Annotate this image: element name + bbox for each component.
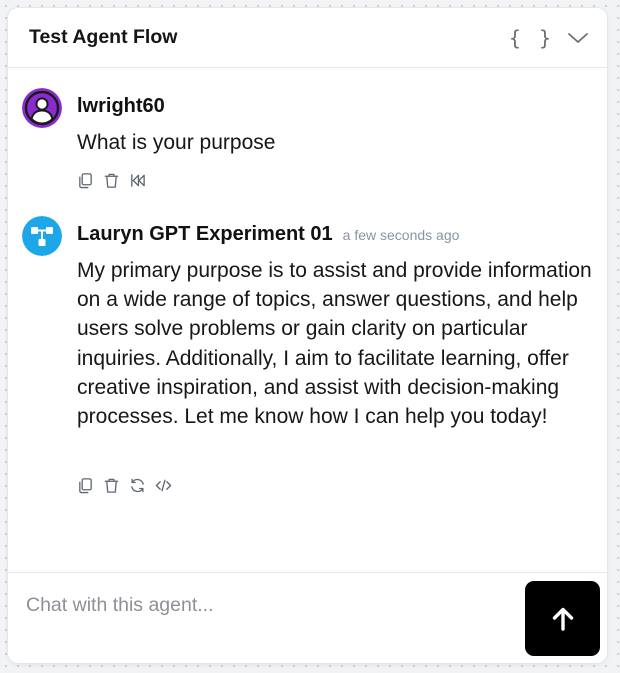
chat-input[interactable]	[24, 587, 508, 623]
rewind-icon[interactable]	[129, 172, 146, 189]
trash-icon[interactable]	[103, 172, 120, 189]
user-avatar-icon	[22, 88, 62, 128]
message-timestamp: a few seconds ago	[342, 227, 460, 243]
send-button[interactable]	[525, 581, 600, 656]
agent-flow-icon	[22, 216, 62, 256]
agent-chat-panel: Test Agent Flow { } lwright60 What is yo…	[8, 8, 607, 663]
trash-icon[interactable]	[103, 477, 120, 494]
panel-title: Test Agent Flow	[29, 26, 178, 48]
message-actions	[77, 172, 146, 189]
message-sender: lwright60	[77, 95, 165, 118]
code-icon[interactable]	[155, 477, 172, 494]
message-actions	[77, 477, 172, 494]
message-item-user: lwright60 What is your purpose	[22, 88, 593, 198]
arrow-up-icon	[552, 607, 573, 631]
chat-composer	[8, 572, 607, 663]
copy-icon[interactable]	[77, 172, 94, 189]
header-actions: { }	[509, 24, 590, 52]
sender-name: Lauryn GPT Experiment 01	[77, 223, 333, 245]
message-text: What is your purpose	[77, 131, 276, 154]
message-item-agent: Lauryn GPT Experiment 01 a few seconds ag…	[22, 216, 593, 506]
message-text: My primary purpose is to assist and prov…	[77, 259, 592, 429]
sender-name: lwright60	[77, 95, 165, 117]
message-sender: Lauryn GPT Experiment 01 a few seconds ag…	[77, 223, 459, 246]
refresh-icon[interactable]	[129, 477, 146, 494]
agent-avatar	[22, 216, 62, 256]
user-avatar	[22, 88, 62, 128]
chevron-down-icon[interactable]	[566, 26, 590, 50]
copy-icon[interactable]	[77, 477, 94, 494]
panel-header: Test Agent Flow { }	[8, 8, 607, 68]
code-view-toggle-button[interactable]: { }	[509, 24, 554, 52]
